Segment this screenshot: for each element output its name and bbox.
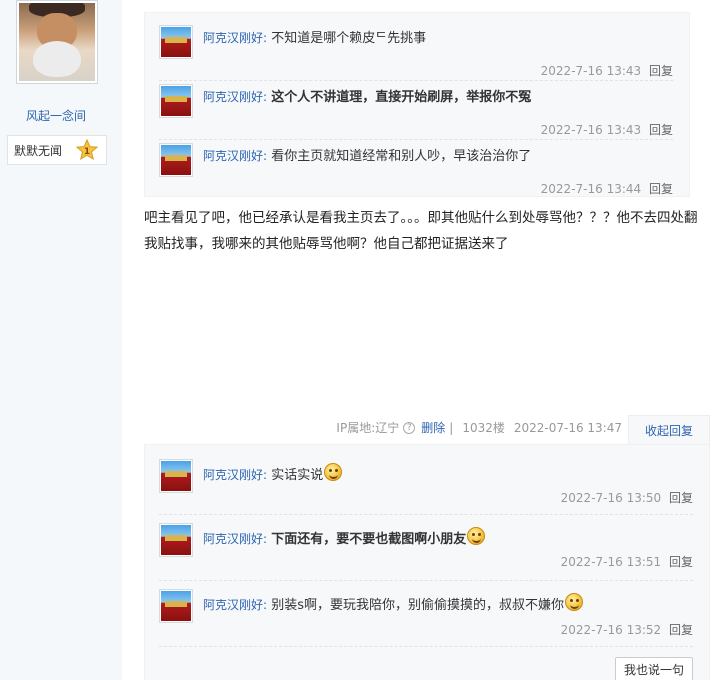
reply-too-button[interactable]: 我也说一句 — [615, 657, 693, 680]
smile-emoji-icon — [467, 527, 486, 545]
reply-text: 这个人不讲道理，直接开始刷屏，举报你不冤 — [271, 90, 532, 105]
reply-text: 不知道是哪个赖皮ᄃ先挑事 — [271, 31, 427, 46]
reply-author[interactable]: 阿克汉刚好 — [203, 532, 263, 546]
user-sidebar: 风起一念间 默默无闻 1 — [0, 0, 122, 680]
reply-button[interactable]: 回复 — [649, 182, 673, 196]
reply-time: 2022-7-16 13:51 — [560, 555, 662, 569]
subreply-item: 阿克汉刚好: 别装s啊，要玩我陪你，别偷偷摸摸的，叔叔不嫌你 2022-7-16… — [159, 589, 693, 647]
reply-text: 别装s啊，要玩我陪你，别偷偷摸摸的，叔叔不嫌你 — [271, 598, 564, 613]
reply-avatar[interactable] — [159, 143, 193, 177]
reply-text: 下面还有，要不要也截图啊小朋友 — [271, 532, 467, 547]
subreply-item: 阿克汉刚好: 这个人不讲道理，直接开始刷屏，举报你不冤 2022-7-16 13… — [159, 84, 673, 140]
reply-button[interactable]: 回复 — [669, 491, 693, 505]
reply-avatar[interactable] — [159, 523, 193, 557]
help-icon[interactable]: ? — [403, 421, 416, 434]
subreply-item: 阿克汉刚好: 不知道是哪个赖皮ᄃ先挑事 2022-7-16 13:43 回复 — [159, 25, 673, 81]
collapse-replies-button[interactable]: 收起回复 — [628, 415, 710, 445]
subreply-item: 阿克汉刚好: 实话实说 2022-7-16 13:50 回复 — [159, 459, 693, 515]
floor-number: 1032楼 — [462, 421, 505, 435]
user-name-link[interactable]: 风起一念间 — [0, 107, 112, 124]
delete-button[interactable]: 删除 — [421, 419, 445, 436]
reply-button[interactable]: 回复 — [669, 555, 693, 569]
reply-button[interactable]: 回复 — [649, 123, 673, 137]
reply-time: 2022-7-16 13:43 — [540, 64, 642, 78]
reply-time: 2022-7-16 13:43 — [540, 123, 642, 137]
smile-emoji-icon — [324, 463, 343, 481]
reply-author[interactable]: 阿克汉刚好 — [203, 598, 263, 612]
reply-text: 看你主页就知道经常和别人吵，早该治治你了 — [271, 149, 532, 164]
level-badge[interactable]: 默默无闻 1 — [7, 135, 107, 165]
reply-time: 2022-7-16 13:50 — [560, 491, 662, 505]
subreply-list-top: 阿克汉刚好: 不知道是哪个赖皮ᄃ先挑事 2022-7-16 13:43 回复 阿… — [144, 12, 690, 197]
reply-author[interactable]: 阿克汉刚好 — [203, 90, 263, 104]
reply-author[interactable]: 阿克汉刚好 — [203, 31, 263, 45]
level-star-icon: 1 — [75, 138, 99, 161]
reply-time: 2022-7-16 13:52 — [560, 623, 662, 637]
reply-button[interactable]: 回复 — [649, 64, 673, 78]
reply-text: 实话实说 — [271, 468, 324, 483]
reply-avatar[interactable] — [159, 25, 193, 59]
post-time: 2022-07-16 13:47 — [513, 420, 622, 435]
post-content: 吧主看见了吧，他已经承认是看我主页去了。。。即其他贴什么到处辱骂他？？？他不去四… — [144, 210, 698, 252]
reply-author[interactable]: 阿克汉刚好 — [203, 149, 263, 163]
smile-emoji-icon — [564, 593, 583, 611]
reply-button[interactable]: 回复 — [669, 623, 693, 637]
subreply-list-bottom: 阿克汉刚好: 实话实说 2022-7-16 13:50 回复 阿克汉刚好: 下面… — [144, 444, 710, 680]
reply-avatar[interactable] — [159, 84, 193, 118]
avatar-photo — [19, 3, 95, 81]
reply-avatar[interactable] — [159, 589, 193, 623]
post-meta: IP属地:辽宁 ? 删除 | 1032楼 2022-07-16 13:47 — [336, 419, 622, 436]
subreply-item: 阿克汉刚好: 看你主页就知道经常和别人吵，早该治治你了 2022-7-16 13… — [159, 143, 673, 196]
subreply-item: 阿克汉刚好: 下面还有，要不要也截图啊小朋友 2022-7-16 13:51 回… — [159, 523, 693, 581]
level-number: 1 — [84, 147, 90, 157]
reply-avatar[interactable] — [159, 459, 193, 493]
reply-author[interactable]: 阿克汉刚好 — [203, 468, 263, 482]
level-title: 默默无闻 — [14, 143, 63, 158]
reply-time: 2022-7-16 13:44 — [540, 182, 642, 196]
ip-location: IP属地:辽宁 — [336, 421, 400, 435]
user-avatar[interactable] — [16, 0, 98, 84]
